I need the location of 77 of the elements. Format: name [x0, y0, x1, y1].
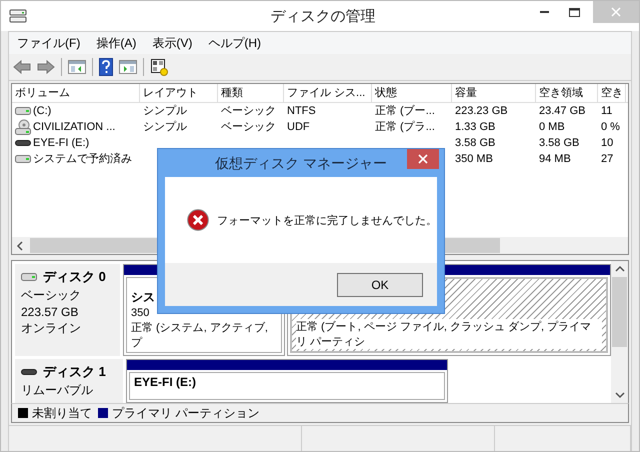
table-cell-text: 1.33 GB [455, 120, 496, 135]
close-icon [418, 154, 428, 164]
disk-info-panel[interactable]: ディスク 1 リムーバブル [15, 359, 123, 403]
close-button[interactable] [407, 149, 439, 169]
partition[interactable]: EYE-FI (E:) [126, 359, 448, 403]
table-cell-text: ベーシック [221, 104, 276, 119]
menu-item[interactable]: ファイル(F) [17, 34, 80, 52]
drive-icon [21, 272, 37, 282]
error-message: フォーマットを正常に完了しませんでした。 [217, 214, 437, 228]
disk-info-panel[interactable]: ディスク 0 ベーシック 223.57 GB オンライン [15, 264, 120, 356]
table-cell-text: 0 % [601, 120, 620, 135]
table-cell-text: 11 [601, 104, 612, 119]
partition-name: シス [131, 289, 156, 306]
table-cell-text: UDF [287, 120, 310, 135]
column-header[interactable]: ボリューム [12, 84, 140, 102]
panel-icon[interactable] [119, 60, 137, 74]
disk-detail: リムーバブル [21, 382, 94, 399]
table-cell-text: (C:) [33, 104, 52, 119]
disk-detail: 223.57 GB [21, 305, 80, 319]
table-cell-text: CIVILIZATION ... [33, 120, 116, 135]
table-cell-text: システムで予約済み [33, 152, 132, 167]
scroll-up-icon[interactable] [614, 265, 624, 273]
panel-icon[interactable] [68, 60, 86, 74]
legend-label: 未割り当て [32, 404, 92, 422]
window-title: ディスクの管理 [270, 6, 376, 26]
column-header[interactable]: 空き領域 [536, 84, 598, 102]
table-cell-text: 0 MB [539, 120, 565, 135]
table-cell-text: 350 MB [455, 152, 493, 167]
scroll-left-icon[interactable] [16, 240, 24, 250]
table-cell-text: 27 [601, 152, 614, 167]
settings-icon[interactable] [150, 58, 168, 76]
table-cell-text: 3.58 GB [455, 136, 496, 151]
app-icon [9, 8, 27, 24]
table-cell-text: 23.47 GB [539, 104, 586, 119]
partition-name: EYE-FI (E:) [134, 375, 197, 389]
menu-item[interactable]: 表示(V) [152, 34, 192, 52]
column-header[interactable]: 種類 [218, 84, 284, 102]
legend-label: プライマリ パーティション [112, 404, 260, 422]
table-cell-text: ベーシック [221, 120, 276, 135]
dialog-title: 仮想ディスク マネージャー [214, 154, 388, 173]
table-cell-text: 223.23 GB [455, 104, 508, 119]
help-icon[interactable] [99, 58, 113, 76]
table-cell-text: EYE-FI (E:) [33, 136, 90, 151]
partition-detail: 350 [131, 307, 150, 319]
scroll-down-icon[interactable] [614, 391, 624, 399]
disk-detail: オンライン [21, 320, 82, 337]
vertical-scrollbar[interactable] [611, 261, 628, 403]
close-icon [611, 7, 621, 17]
column-header[interactable]: 空き [598, 84, 626, 102]
table-cell-text: 94 MB [539, 152, 571, 167]
partition-detail: 正常 (ブート, ページ ファイル, クラッシュ ダンプ, プライマリ パーティシ [296, 319, 602, 349]
table-cell-text: 正常 (プラ... [375, 120, 435, 135]
menu-item[interactable]: ヘルプ(H) [208, 34, 261, 52]
maximize-icon [568, 8, 580, 16]
column-header[interactable]: 状態 [372, 84, 452, 102]
table-cell-text: 正常 (ブー... [375, 104, 435, 119]
column-header[interactable]: レイアウト [140, 84, 218, 102]
disc-drive-icon [15, 119, 31, 135]
table-cell-text: シンプル [143, 104, 187, 119]
forward-arrow-icon[interactable] [37, 60, 55, 74]
menu-item[interactable]: 操作(A) [96, 34, 136, 52]
table-cell-text: シンプル [143, 120, 187, 135]
removable-drive-icon [15, 139, 31, 147]
disk-name: ディスク 0 [43, 268, 106, 286]
minimize-icon [540, 11, 548, 13]
disk-detail: ベーシック [21, 287, 82, 304]
table-cell-text: 10 [601, 136, 614, 151]
table-cell-text: 3.58 GB [539, 136, 580, 151]
drive-icon [15, 154, 31, 164]
disk-name: ディスク 1 [43, 363, 106, 381]
ok-button[interactable]: OK [337, 272, 423, 296]
back-arrow-icon[interactable] [13, 60, 31, 74]
column-header[interactable]: 容量 [452, 84, 536, 102]
drive-icon [15, 106, 31, 116]
column-header[interactable]: ファイル シス... [284, 84, 372, 102]
table-cell-text: NTFS [287, 104, 316, 119]
removable-drive-icon [21, 368, 37, 376]
